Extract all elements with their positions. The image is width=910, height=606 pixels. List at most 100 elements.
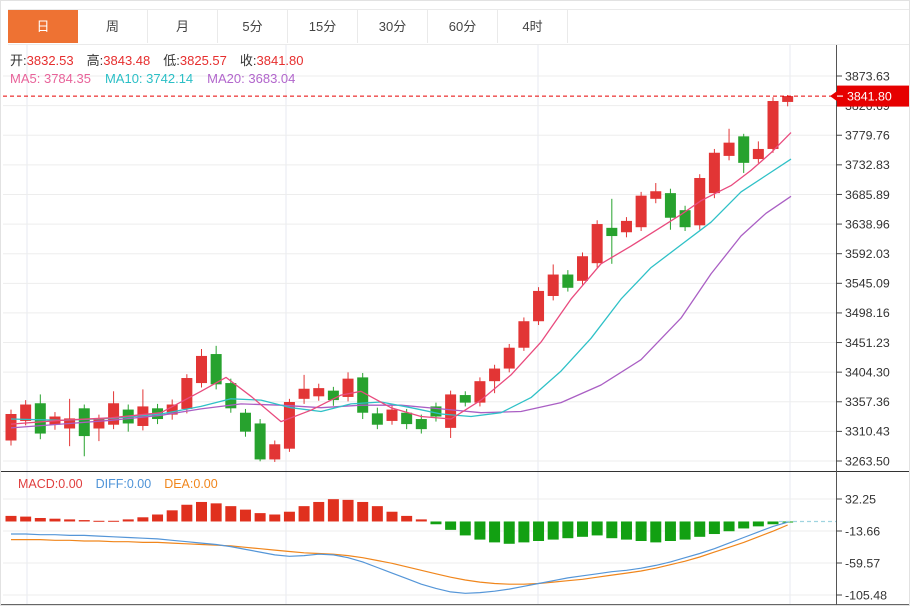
macd-bar (254, 513, 266, 522)
macd-bar (679, 521, 691, 540)
candle-body (650, 191, 662, 199)
candle-body (313, 388, 325, 397)
tab-60min[interactable]: 60分 (428, 10, 498, 43)
candles-layer (5, 95, 794, 462)
y-axis-label: 32.25 (845, 492, 876, 506)
macd-bar (591, 521, 603, 536)
tab-5min[interactable]: 5分 (218, 10, 288, 43)
ma5-readout: MA5: 3784.35 (10, 71, 91, 86)
y-axis-label: 3357.36 (845, 395, 890, 409)
main-y-axis: 3873.633826.693779.763732.833685.893638.… (836, 69, 890, 468)
macd-bar (108, 520, 120, 522)
macd-bar (313, 501, 325, 522)
macd-bar (137, 517, 149, 522)
candle-body (269, 444, 281, 460)
candle-body (547, 274, 559, 296)
tab-month[interactable]: 月 (148, 10, 218, 43)
macd-bar (767, 521, 779, 525)
candle-body (196, 355, 208, 384)
macd-readout: MACD:0.00 DIFF:0.00 DEA:0.00 (18, 477, 218, 491)
macd-bar (474, 521, 486, 540)
y-axis-label: 3685.89 (845, 188, 890, 202)
candle-body (371, 413, 383, 425)
tab-15min[interactable]: 15分 (288, 10, 358, 43)
period-tabbar: 日 周 月 5分 15分 30分 60分 4时 (8, 9, 909, 45)
candle-body (664, 193, 676, 218)
low-value: 3825.57 (179, 53, 227, 68)
y-axis-label: 3451.23 (845, 336, 890, 350)
y-axis-label: 3779.76 (845, 129, 890, 143)
open-label: 开: (10, 53, 27, 68)
y-axis-label: -59.57 (845, 556, 880, 570)
macd-bar (752, 521, 764, 527)
macd-bar (196, 501, 208, 522)
macd-bar (635, 521, 647, 541)
high-value: 3843.48 (103, 53, 151, 68)
candle-body (591, 224, 603, 264)
macd-bar (606, 521, 618, 539)
candle-body (708, 152, 720, 194)
macd-bar (664, 521, 676, 541)
tab-4hour[interactable]: 4时 (498, 10, 568, 43)
candle-body (254, 423, 266, 460)
candle-body (298, 388, 310, 399)
diff-value-label: DIFF:0.00 (95, 477, 152, 491)
macd-bar (283, 511, 295, 522)
y-axis-label: -105.48 (845, 588, 887, 602)
candle-body (679, 210, 691, 228)
macd-bar (738, 521, 750, 529)
macd-bar (430, 521, 442, 525)
candle-body (283, 402, 295, 449)
candle-body (445, 394, 457, 428)
close-label: 收: (239, 53, 257, 68)
macd-bar (342, 499, 354, 522)
macd-bar (650, 521, 662, 543)
macd-bar (166, 510, 178, 522)
y-axis-label: 3545.09 (845, 277, 890, 291)
macd-bar (401, 515, 413, 522)
tabbar-filler (568, 10, 909, 44)
tab-day[interactable]: 日 (8, 10, 78, 43)
y-axis-label: 3263.50 (845, 454, 890, 468)
ma5-line (10, 132, 792, 425)
price-chart-canvas[interactable]: 3873.633826.693779.763732.833685.893638.… (1, 1, 910, 606)
low-label: 低: (163, 53, 180, 68)
macd-bar (357, 501, 369, 522)
macd-bar (503, 521, 515, 544)
macd-bar (445, 521, 457, 530)
tab-week[interactable]: 周 (78, 10, 148, 43)
y-axis-label: 3592.03 (845, 247, 890, 261)
macd-bar (49, 518, 61, 522)
macd-bar (327, 499, 339, 522)
macd-bar (371, 506, 383, 522)
macd-bar (489, 521, 501, 543)
price-tag-arrow (830, 91, 837, 102)
candle-body (620, 220, 632, 233)
macd-bar (694, 521, 706, 537)
candle-body (606, 227, 618, 237)
y-axis-label: 3732.83 (845, 158, 890, 172)
tab-30min[interactable]: 30分 (358, 10, 428, 43)
y-axis-label: 3310.43 (845, 425, 890, 439)
macd-bar (122, 519, 134, 522)
macd-bar (225, 506, 237, 522)
candle-body (181, 378, 193, 409)
high-label: 高: (86, 53, 104, 68)
candle-body (210, 354, 222, 385)
candle-body (489, 368, 501, 382)
macd-bar (386, 511, 398, 522)
candle-body (34, 403, 46, 434)
last-price-tag: 3841.80 (830, 85, 909, 107)
ma20-line (10, 195, 792, 429)
candle-body (635, 195, 647, 228)
macd-bar (518, 521, 530, 543)
macd-bar (723, 521, 735, 532)
candle-body (386, 409, 398, 421)
candle-body (401, 412, 413, 425)
macd-bar (181, 504, 193, 522)
macd-bar (298, 506, 310, 522)
macd-bar (152, 514, 164, 522)
candle-body (415, 419, 427, 430)
y-axis-label: 3404.30 (845, 365, 890, 379)
candle-body (459, 395, 471, 403)
